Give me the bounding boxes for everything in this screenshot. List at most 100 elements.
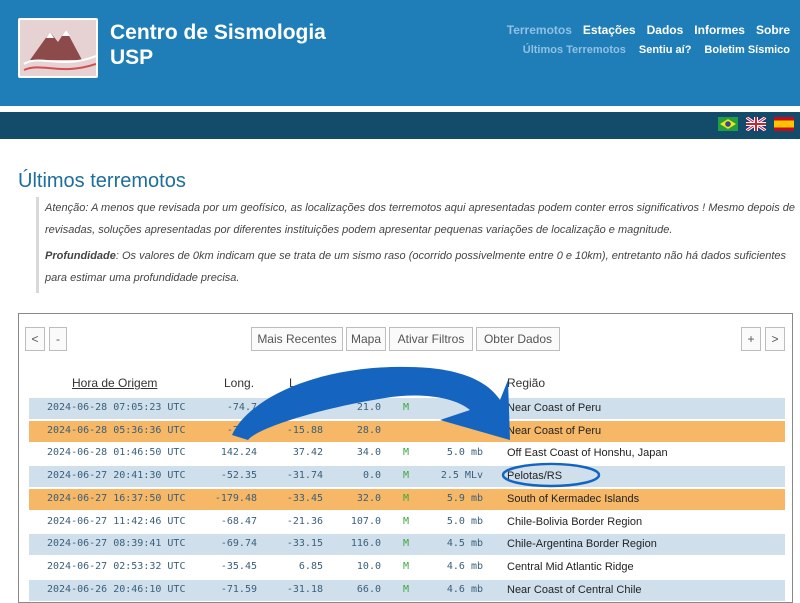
cell-flag: M — [403, 470, 410, 482]
nav-informes[interactable]: Informes — [694, 23, 745, 37]
notice-depth-label: Profundidade — [45, 250, 116, 262]
nav-sentiu-ai[interactable]: Sentiu aí? — [639, 44, 692, 56]
next-page-button[interactable]: > — [765, 327, 785, 351]
cell-magnitude: 5.0 mb — [446, 447, 483, 459]
table-row[interactable]: 2024-06-27 08:39:41 UTC -69.74 -33.15 116.0… — [29, 534, 785, 556]
column-header-mag[interactable]: M — [444, 376, 454, 390]
nav-terremotos[interactable]: Terremotos — [507, 23, 572, 37]
secondary-nav: Últimos Terremotos Sentiu aí? Boletim Sí… — [523, 44, 790, 56]
table-row[interactable]: 2024-06-27 16:37:50 UTC -179.48 -33.45 32.0… — [29, 488, 785, 510]
cell-magnitude: 5.0 mb — [446, 515, 483, 527]
primary-nav: Terremotos Estações Dados Informes Sobre — [507, 23, 790, 37]
cell-lat: 6.85 — [298, 560, 323, 572]
cell-region: Off East Coast of Honshu, Japan — [507, 447, 668, 460]
cell-long: -74.7 — [226, 402, 257, 413]
cell-time: 2024-06-27 20:41:30 UTC — [47, 470, 186, 482]
cell-depth: 32.0 — [356, 492, 381, 504]
cell-region: Near Coast of Central Chile — [507, 583, 642, 596]
nav-dados[interactable]: Dados — [647, 23, 684, 37]
site-title[interactable]: Centro de Sismologia USP — [110, 20, 326, 70]
cell-lat: -33.45 — [286, 492, 323, 504]
cell-depth: 116.0 — [350, 538, 381, 550]
cell-region: South of Kermadec Islands — [507, 492, 640, 505]
cell-time: 2024-06-27 11:42:46 UTC — [47, 515, 186, 527]
most-recent-button[interactable]: Mais Recentes — [251, 327, 343, 351]
cell-lat: -31.18 — [286, 583, 323, 595]
site-title-line2: USP — [110, 46, 154, 69]
site-logo[interactable] — [18, 18, 98, 78]
nav-ultimos-terremotos[interactable]: Últimos Terremotos — [523, 44, 626, 56]
cell-lat: 37.42 — [292, 447, 323, 459]
cell-time: 2024-06-27 16:37:50 UTC — [47, 492, 186, 504]
logo-mountain-icon — [20, 20, 96, 76]
cell-lat: -15.89 — [286, 402, 323, 413]
cell-long: 142.24 — [220, 447, 257, 459]
nav-estacoes[interactable]: Estações — [583, 23, 636, 37]
cell-region: Pelotas/RS — [507, 470, 563, 483]
cell-region: Near Coast of Peru — [507, 402, 602, 414]
cell-flag: M — [403, 402, 410, 413]
cell-flag: M — [403, 447, 410, 459]
language-bar — [0, 112, 800, 139]
cell-region: Chile-Argentina Border Region — [507, 538, 657, 551]
brazil-flag-icon[interactable] — [718, 117, 738, 131]
notice-depth: Profundidade: Os valores de 0km indicam … — [45, 245, 796, 289]
table-row[interactable]: 2024-06-28 07:05:23 UTC -74.7 -15.89 21.0 M N… — [29, 398, 785, 419]
cell-magnitude: 4.5 mb — [446, 538, 483, 550]
column-header-time[interactable]: Hora de Origem — [72, 376, 157, 390]
cell-flag: M — [403, 538, 410, 550]
nav-sobre[interactable]: Sobre — [756, 23, 790, 37]
cell-flag: M — [403, 583, 410, 595]
nav-boletim-sismico[interactable]: Boletim Sísmico — [704, 44, 790, 56]
cell-depth: 21.0 — [356, 402, 381, 413]
prev-page-button[interactable]: < — [25, 327, 45, 351]
cell-flag: M — [403, 560, 410, 572]
enable-filters-button[interactable]: Ativar Filtros — [389, 327, 473, 351]
cell-magnitude: 2.5 MLv — [440, 470, 483, 482]
cell-lat: -31.74 — [286, 470, 323, 482]
cell-long: -69.74 — [220, 538, 257, 550]
notice-depth-text: : Os valores de 0km indicam que se trata… — [45, 250, 787, 284]
column-header-lat[interactable]: L — [289, 376, 296, 390]
zoom-out-button[interactable]: - — [49, 327, 67, 351]
notice-attention: Atenção: A menos que revisada por um geo… — [45, 202, 796, 236]
get-data-button[interactable]: Obter Dados — [476, 327, 560, 351]
cell-depth: 10.0 — [356, 560, 381, 572]
column-header-long[interactable]: Long. — [224, 376, 254, 390]
cell-magnitude: 4.6 mb — [446, 560, 483, 572]
table-row[interactable]: 2024-06-28 01:46:50 UTC 142.24 37.42 34.0 M 5… — [29, 443, 785, 465]
cell-flag: M — [403, 492, 410, 504]
cell-time: 2024-06-26 20:46:10 UTC — [47, 583, 186, 595]
uk-flag-icon[interactable] — [746, 117, 766, 131]
cell-long: -71.59 — [220, 583, 257, 595]
cell-long: -68.47 — [220, 515, 257, 527]
site-title-line1: Centro de Sismologia — [110, 21, 326, 44]
table-row[interactable]: 2024-06-28 05:36:36 UTC -74.8 -15.88 28.0 Ne… — [29, 420, 785, 442]
cell-region: Central Mid Atlantic Ridge — [507, 560, 634, 573]
earthquake-table-panel: < - Mais Recentes Mapa Ativar Filtros Ob… — [18, 313, 793, 603]
cell-depth: 28.0 — [356, 424, 381, 436]
notice-box: Atenção: A menos que revisada por um geo… — [36, 197, 796, 293]
language-flags — [718, 117, 794, 131]
spain-flag-icon[interactable] — [774, 117, 794, 131]
cell-region: Near Coast of Peru — [507, 424, 602, 437]
cell-magnitude: 5.9 mb — [446, 492, 483, 504]
page-title: Últimos terremotos — [18, 170, 186, 192]
cell-long: -52.35 — [220, 470, 257, 482]
table-row[interactable]: 2024-06-26 20:46:10 UTC -71.59 -31.18 66.0 M… — [29, 579, 785, 601]
cell-time: 2024-06-28 01:46:50 UTC — [47, 447, 186, 459]
table-row[interactable]: 2024-06-27 02:53:32 UTC -35.45 6.85 10.0 M 4.… — [29, 556, 785, 578]
map-button[interactable]: Mapa — [346, 327, 386, 351]
column-header-region[interactable]: Região — [507, 376, 545, 390]
cell-depth: 66.0 — [356, 583, 381, 595]
cell-lat: -15.88 — [286, 424, 323, 436]
zoom-in-button[interactable]: + — [741, 327, 761, 351]
table-row[interactable]: 2024-06-27 11:42:46 UTC -68.47 -21.36 107.0… — [29, 511, 785, 533]
table-row[interactable]: 2024-06-27 20:41:30 UTC -52.35 -31.74 0.0 M 2… — [29, 466, 785, 488]
cell-long: -35.45 — [220, 560, 257, 572]
cell-magnitude: 4.6 mb — [446, 583, 483, 595]
cell-time: 2024-06-28 07:05:23 UTC — [47, 402, 186, 413]
site-header: Centro de Sismologia USP Terremotos Esta… — [0, 0, 800, 106]
cell-long: -74.8 — [226, 424, 257, 436]
cell-time: 2024-06-27 02:53:32 UTC — [47, 560, 186, 572]
